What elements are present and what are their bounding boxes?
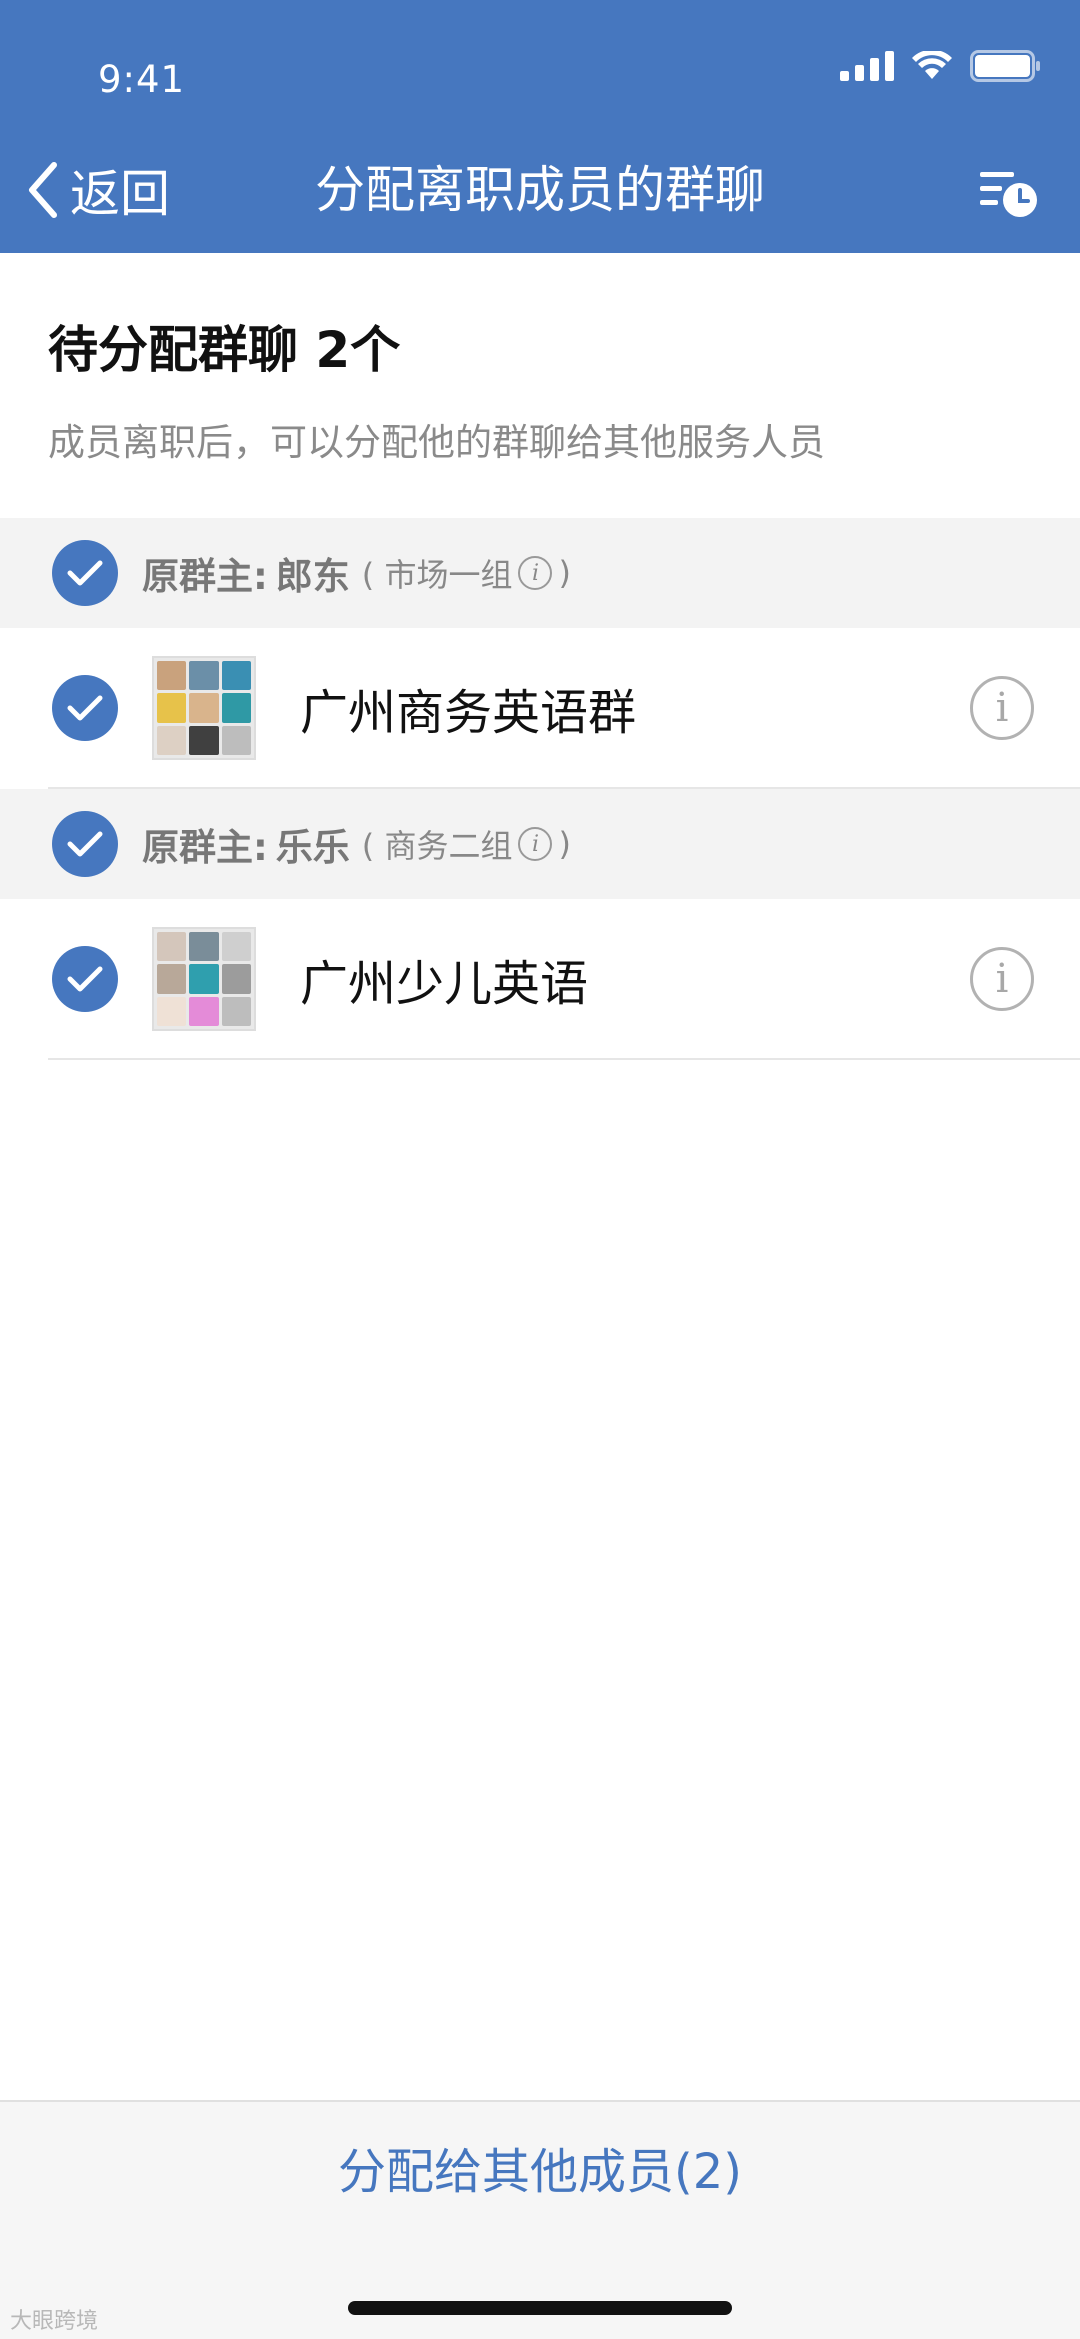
checkmark-icon xyxy=(67,695,103,721)
group-avatar xyxy=(152,656,256,760)
owner-name: 郎东 xyxy=(275,555,350,598)
group-checkbox[interactable] xyxy=(52,675,118,741)
pending-count-title: 待分配群聊 2个 xyxy=(48,321,401,379)
owner-label: 原群主: xyxy=(142,826,268,869)
owner-label: 原群主: xyxy=(142,555,268,598)
divider xyxy=(48,1058,1080,1060)
owner-row[interactable]: 原群主: 乐乐 ( 商务二组 i ) xyxy=(0,789,1080,899)
info-icon[interactable]: i xyxy=(518,556,553,590)
owner-name: 乐乐 xyxy=(275,826,350,869)
status-icons xyxy=(840,46,1040,86)
checkmark-icon xyxy=(67,831,103,857)
group-checkbox[interactable] xyxy=(52,946,118,1012)
checkmark-icon xyxy=(67,966,103,992)
owner-team-close: ) xyxy=(558,554,571,592)
status-time: 9:41 xyxy=(98,58,186,101)
group-row[interactable]: 广州少儿英语 i xyxy=(0,899,1080,1059)
info-icon[interactable]: i xyxy=(518,827,553,861)
group-name: 广州商务英语群 xyxy=(300,685,637,741)
nav-header: 9:41 返回 分配离职成员的群聊 xyxy=(0,0,1080,253)
history-list-icon[interactable] xyxy=(978,162,1040,224)
checkmark-icon xyxy=(67,560,103,586)
owner-team: ( 商务二组 i ) xyxy=(362,821,571,867)
chevron-left-icon xyxy=(29,162,57,218)
group-avatar xyxy=(152,927,256,1031)
wifi-icon xyxy=(912,51,952,81)
summary-description: 成员离职后，可以分配他的群聊给其他服务人员 xyxy=(48,421,825,464)
owner-checkbox[interactable] xyxy=(52,540,118,606)
watermark: 大眼跨境 xyxy=(10,2309,99,2334)
owner-team: ( 市场一组 i ) xyxy=(362,550,571,596)
home-indicator[interactable] xyxy=(348,2301,732,2315)
back-label: 返回 xyxy=(70,165,170,223)
owner-row[interactable]: 原群主: 郎东 ( 市场一组 i ) xyxy=(0,518,1080,628)
owner-team-name: ( 市场一组 xyxy=(361,556,513,594)
owner-checkbox[interactable] xyxy=(52,811,118,877)
back-button[interactable]: 返回 xyxy=(26,158,170,223)
group-name: 广州少儿英语 xyxy=(300,956,589,1012)
group-row[interactable]: 广州商务英语群 i xyxy=(0,628,1080,788)
signal-icon xyxy=(840,51,894,81)
owner-team-name: ( 商务二组 xyxy=(361,827,513,865)
owner-team-close: ) xyxy=(558,825,571,863)
info-icon[interactable]: i xyxy=(970,676,1034,740)
info-icon[interactable]: i xyxy=(970,947,1034,1011)
battery-icon xyxy=(970,50,1040,82)
assign-to-others-button[interactable]: 分配给其他成员(2) xyxy=(0,2132,1080,2202)
summary-section: 待分配群聊 2个 成员离职后，可以分配他的群聊给其他服务人员 xyxy=(48,310,825,466)
bottom-bar: 分配给其他成员(2) 大眼跨境 xyxy=(0,2100,1080,2339)
